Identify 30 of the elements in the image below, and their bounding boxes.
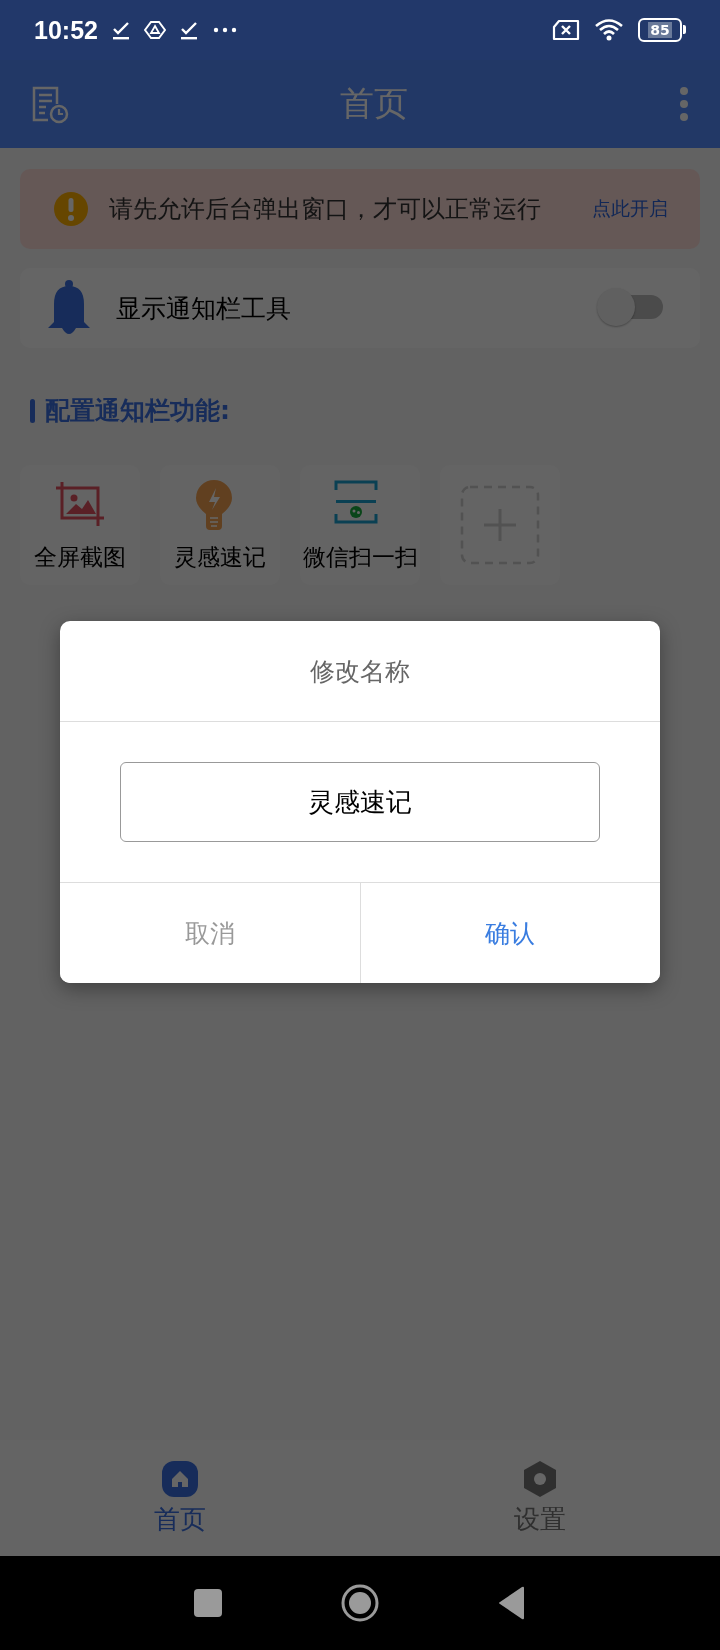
no-sim-icon — [552, 19, 580, 41]
download-done-icon — [111, 20, 130, 40]
more-menu-icon[interactable] — [678, 86, 690, 122]
name-input-field[interactable]: 灵感速记 — [120, 762, 600, 842]
tile-label: 微信扫一扫 — [302, 542, 418, 572]
wifi-icon — [594, 18, 624, 42]
triangle-icon — [143, 20, 166, 40]
back-icon[interactable] — [498, 1586, 526, 1620]
battery-level: 85 — [648, 22, 672, 38]
dialog-title: 修改名称 — [60, 621, 660, 722]
nav-tab[interactable]: 首页 — [0, 1440, 360, 1556]
recents-icon[interactable] — [194, 1589, 222, 1617]
section-title: 配置通知栏功能: — [45, 395, 230, 427]
download-done-icon — [179, 20, 198, 40]
warning-icon — [53, 191, 89, 227]
home-button-icon[interactable] — [340, 1583, 380, 1623]
warning-message: 请先允许后台弹出窗口，才可以正常运行 — [109, 194, 542, 225]
enable-link[interactable]: 点此开启 — [592, 196, 668, 222]
accent-bar — [30, 398, 35, 423]
toggle-label: 显示通知栏工具 — [116, 292, 292, 325]
home-icon — [161, 1459, 199, 1498]
page-title: 首页 — [340, 82, 408, 125]
cancel-button[interactable]: 取消 — [60, 883, 361, 983]
more-dots-icon — [211, 26, 238, 34]
clock-time: 10:52 — [34, 15, 98, 45]
confirm-button[interactable]: 确认 — [360, 883, 660, 983]
settings-icon — [521, 1459, 559, 1498]
tile-label: 灵感速记 — [174, 542, 266, 572]
tile-label: 全屏截图 — [34, 542, 126, 572]
document-clock-icon[interactable] — [30, 84, 70, 124]
